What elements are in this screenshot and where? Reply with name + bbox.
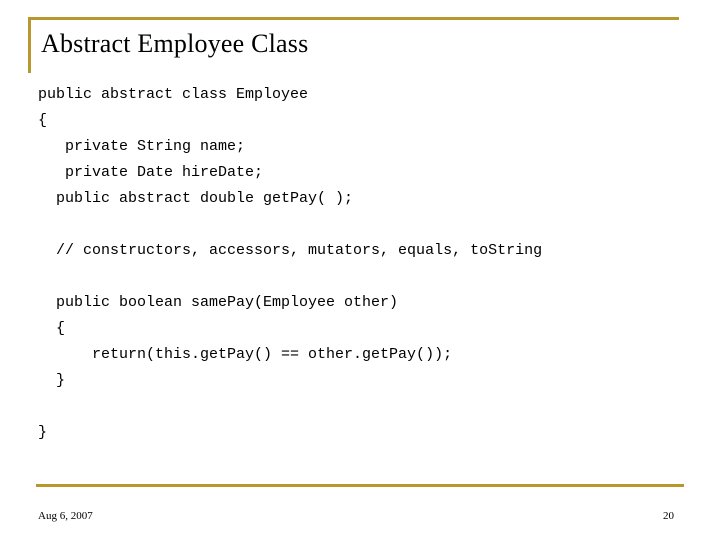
code-line: {	[38, 320, 66, 337]
footer-date: Aug 6, 2007	[38, 510, 93, 522]
code-line: }	[38, 424, 48, 441]
footer-page-number: 20	[663, 510, 674, 522]
code-line: private String name;	[38, 138, 246, 155]
code-line: public boolean samePay(Employee other)	[38, 294, 399, 311]
page-title: Abstract Employee Class	[41, 29, 309, 58]
code-line: // constructors, accessors, mutators, eq…	[38, 242, 543, 259]
code-line: return(this.getPay() == other.getPay());	[38, 346, 453, 363]
code-line: private Date hireDate;	[38, 164, 264, 181]
footer-divider	[36, 484, 684, 487]
code-block: public abstract class Employee { private …	[38, 82, 698, 446]
code-line: public abstract double getPay( );	[38, 190, 354, 207]
slide-canvas: Abstract Employee Class public abstract …	[0, 0, 720, 540]
code-line: {	[38, 112, 48, 129]
title-accent-border: Abstract Employee Class	[28, 17, 679, 73]
code-line: }	[38, 372, 66, 389]
code-line: public abstract class Employee	[38, 86, 309, 103]
